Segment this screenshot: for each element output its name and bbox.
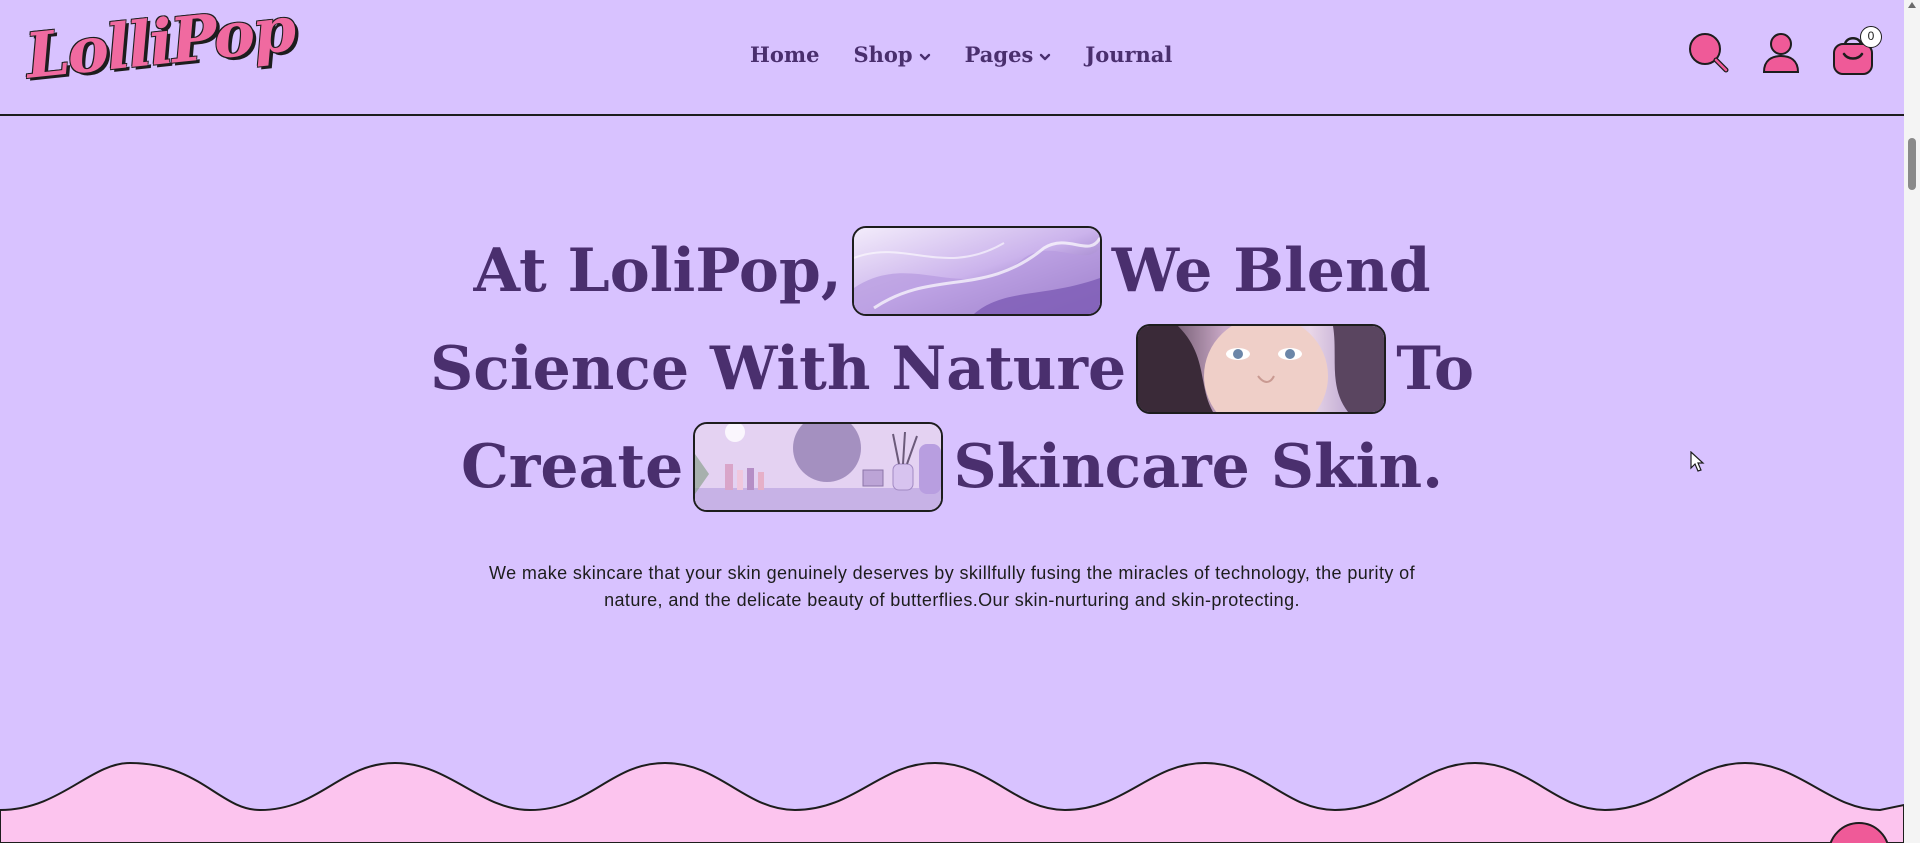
nav-item-label: Pages bbox=[964, 42, 1034, 67]
page: LolliPop Home Shop Pages Journal 0 At Lo… bbox=[0, 0, 1920, 843]
search-icon bbox=[1689, 33, 1729, 73]
logo-text: LolliPop bbox=[22, 0, 298, 93]
hero-text: Create bbox=[461, 432, 684, 502]
mouse-cursor-icon bbox=[1690, 451, 1705, 472]
nav-item-pages[interactable]: Pages bbox=[965, 42, 1052, 67]
account-button[interactable] bbox=[1758, 30, 1804, 76]
header-actions: 0 bbox=[1660, 26, 1882, 76]
hero-image-vanity bbox=[693, 422, 944, 512]
nav-item-shop[interactable]: Shop bbox=[853, 42, 930, 67]
hero-text: Skincare Skin. bbox=[953, 432, 1443, 502]
site-header: LolliPop Home Shop Pages Journal 0 bbox=[0, 0, 1904, 116]
wave-divider bbox=[0, 761, 1904, 843]
portrait-image bbox=[1138, 326, 1385, 412]
hero-line-1: At LoliPop, We Blend bbox=[0, 225, 1904, 317]
nav-item-home[interactable]: Home bbox=[750, 42, 819, 67]
hero-text: We Blend bbox=[1111, 236, 1431, 306]
nav-item-label: Shop bbox=[853, 42, 913, 67]
hero-image-silk bbox=[851, 226, 1102, 316]
nav-item-journal[interactable]: Journal bbox=[1085, 42, 1172, 67]
cart-count-badge: 0 bbox=[1860, 26, 1882, 48]
scroll-up-arrow-icon[interactable] bbox=[1908, 2, 1916, 8]
nav-item-label: Journal bbox=[1085, 42, 1173, 67]
search-button[interactable] bbox=[1686, 30, 1732, 76]
main-nav: Home Shop Pages Journal bbox=[750, 42, 1206, 67]
hero-description: We make skincare that your skin genuinel… bbox=[489, 563, 1415, 610]
hero-text: At LoliPop, bbox=[473, 236, 842, 306]
chevron-down-icon bbox=[919, 53, 930, 60]
nav-item-label: Home bbox=[750, 42, 820, 67]
hero-line-3: Create Skincare Skin. bbox=[0, 421, 1904, 513]
scrollbar-thumb[interactable] bbox=[1908, 138, 1916, 190]
vanity-image bbox=[695, 424, 942, 510]
cart-button[interactable]: 0 bbox=[1830, 26, 1882, 76]
hero-image-portrait bbox=[1136, 324, 1387, 414]
hero-text: Science With Nature bbox=[429, 334, 1127, 404]
page-scrollbar[interactable] bbox=[1904, 0, 1920, 843]
silk-image bbox=[853, 228, 1100, 314]
chevron-down-icon bbox=[1040, 53, 1051, 60]
hero-line-2: Science With Nature To bbox=[0, 323, 1904, 415]
brand-logo[interactable]: LolliPop bbox=[12, 0, 297, 100]
hero-text: To bbox=[1396, 334, 1475, 404]
user-icon bbox=[1762, 33, 1800, 73]
